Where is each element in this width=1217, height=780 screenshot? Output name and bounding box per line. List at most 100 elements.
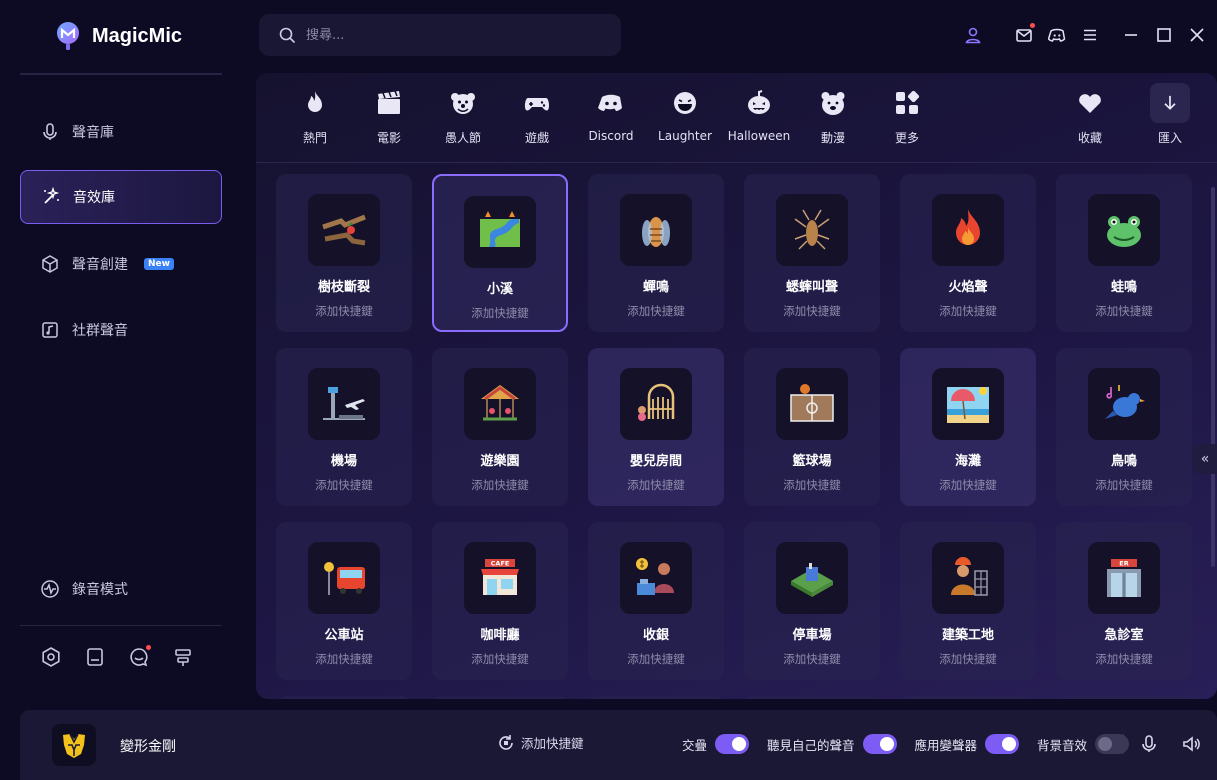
category-halloween[interactable]: Halloween <box>722 87 796 143</box>
sound-card[interactable]: ER 急診室 添加快捷鍵 <box>1056 522 1192 680</box>
sound-card[interactable]: 鳥鳴 添加快捷鍵 <box>1056 348 1192 506</box>
sound-card[interactable]: 停車場 添加快捷鍵 <box>744 522 880 680</box>
add-shortcut-link[interactable]: 添加快捷鍵 <box>939 651 997 667</box>
sound-card-partial[interactable] <box>744 696 880 699</box>
sound-card[interactable]: 收銀 添加快捷鍵 <box>588 522 724 680</box>
category-label: Discord <box>588 129 634 143</box>
add-shortcut-button[interactable]: 添加快捷鍵 <box>497 733 584 752</box>
clapperboard-icon <box>378 90 400 114</box>
hear-myself-switch[interactable] <box>862 734 897 754</box>
search-bar[interactable] <box>259 14 621 56</box>
sound-card[interactable]: 建築工地 添加快捷鍵 <box>900 522 1036 680</box>
sound-card[interactable]: 蟬鳴 添加快捷鍵 <box>588 174 724 332</box>
category-hot[interactable]: 熱門 <box>278 87 352 146</box>
add-shortcut-link[interactable]: 添加快捷鍵 <box>315 477 373 493</box>
add-shortcut-link[interactable]: 添加快捷鍵 <box>1095 477 1153 493</box>
sound-card[interactable]: 籃球場 添加快捷鍵 <box>744 348 880 506</box>
nav-community-voices[interactable]: 社群聲音 <box>20 303 222 357</box>
add-shortcut-link[interactable]: 添加快捷鍵 <box>627 477 685 493</box>
add-shortcut-link[interactable]: 添加快捷鍵 <box>471 651 529 667</box>
sound-card[interactable]: 遊樂園 添加快捷鍵 <box>432 348 568 506</box>
sound-name: 機場 <box>330 454 357 469</box>
nav-voice-library[interactable]: 聲音庫 <box>20 105 222 159</box>
collapse-panel-button[interactable]: « <box>1193 444 1217 474</box>
sound-card[interactable]: 樹枝斷裂 添加快捷鍵 <box>276 174 412 332</box>
category-anime[interactable]: 動漫 <box>796 87 870 146</box>
sound-card[interactable]: 機場 添加快捷鍵 <box>276 348 412 506</box>
heart-icon <box>1079 94 1101 113</box>
sound-card-partial[interactable] <box>276 696 412 699</box>
add-shortcut-link[interactable]: 添加快捷鍵 <box>627 303 685 319</box>
sound-card[interactable]: CAFE 咖啡廳 添加快捷鍵 <box>432 522 568 680</box>
hear-myself-toggle: 聽見自己的聲音 <box>767 734 897 754</box>
add-shortcut-link[interactable]: 添加快捷鍵 <box>471 305 529 321</box>
divider <box>20 73 222 75</box>
close-icon[interactable] <box>1184 22 1210 48</box>
add-shortcut-link[interactable]: 添加快捷鍵 <box>939 477 997 493</box>
search-input[interactable] <box>306 27 606 43</box>
add-shortcut-link[interactable]: 添加快捷鍵 <box>939 303 997 319</box>
waveform-icon <box>41 580 59 598</box>
layout-adjust-icon[interactable] <box>172 646 194 668</box>
sound-card[interactable]: 蟋蟀叫聲 添加快捷鍵 <box>744 174 880 332</box>
construction-site-icon <box>951 557 988 596</box>
add-shortcut-link[interactable]: 添加快捷鍵 <box>627 651 685 667</box>
cube-icon <box>42 255 58 273</box>
favorites-button[interactable]: 收藏 <box>1053 87 1127 146</box>
category-laughter[interactable]: Laughter <box>648 87 722 143</box>
category-label: Halloween <box>727 129 791 143</box>
add-shortcut-link[interactable]: 添加快捷鍵 <box>783 651 841 667</box>
sound-card-partial[interactable] <box>432 696 568 699</box>
sound-card-partial[interactable] <box>900 696 1036 699</box>
sound-card[interactable]: 海灘 添加快捷鍵 <box>900 348 1036 506</box>
overlap-switch[interactable] <box>715 734 750 754</box>
apply-voice-changer-switch[interactable] <box>985 734 1020 754</box>
add-shortcut-link[interactable]: 添加快捷鍵 <box>783 477 841 493</box>
add-shortcut-link[interactable]: 添加快捷鍵 <box>1095 651 1153 667</box>
add-shortcut-link[interactable]: 添加快捷鍵 <box>315 303 373 319</box>
add-shortcut-link[interactable]: 添加快捷鍵 <box>315 651 373 667</box>
guide-book-icon[interactable] <box>84 646 106 668</box>
add-shortcut-link[interactable]: 添加快捷鍵 <box>1095 303 1153 319</box>
user-account-icon[interactable] <box>960 22 986 48</box>
settings-icon[interactable] <box>40 646 62 668</box>
toggle-label: 應用變聲器 <box>914 737 978 753</box>
category-games[interactable]: 遊戲 <box>500 87 574 146</box>
frog-icon <box>1107 216 1141 247</box>
sound-card-partial[interactable] <box>588 696 724 699</box>
menu-icon[interactable] <box>1077 22 1103 48</box>
sound-card[interactable]: 火焰聲 添加快捷鍵 <box>900 174 1036 332</box>
category-label: 電影 <box>376 131 401 145</box>
speaker-icon[interactable] <box>1181 734 1201 758</box>
sound-card[interactable]: 蛙鳴 添加快捷鍵 <box>1056 174 1192 332</box>
nav-sound-effects[interactable]: 音效庫 <box>20 170 222 224</box>
sound-card[interactable]: 公車站 添加快捷鍵 <box>276 522 412 680</box>
sound-name: 公車站 <box>324 628 364 643</box>
discord-icon[interactable] <box>1044 22 1070 48</box>
scrollbar[interactable] <box>1211 187 1215 567</box>
category-discord[interactable]: Discord <box>574 87 648 143</box>
laughing-face-icon <box>674 92 696 114</box>
emergency-room-icon: ER <box>1107 559 1141 597</box>
import-button[interactable]: 匯入 <box>1133 83 1207 146</box>
search-icon <box>279 27 296 43</box>
sound-name: 建築工地 <box>941 628 994 643</box>
maximize-icon[interactable] <box>1151 22 1177 48</box>
microphone-icon[interactable] <box>1139 734 1159 758</box>
stream-icon <box>480 211 520 247</box>
sound-card[interactable]: 嬰兒房間 添加快捷鍵 <box>588 348 724 506</box>
feedback-chat-icon[interactable] <box>128 645 151 668</box>
category-april-fools[interactable]: 愚人節 <box>426 87 500 146</box>
nav-record-mode[interactable]: 錄音模式 <box>20 562 222 616</box>
current-voice-avatar[interactable] <box>52 724 96 766</box>
cafe-sign-text: CAFE <box>491 560 510 568</box>
nav-voice-create[interactable]: 聲音創建 New <box>20 237 222 291</box>
category-movie[interactable]: 電影 <box>352 87 426 146</box>
mail-icon[interactable] <box>1011 22 1037 48</box>
add-shortcut-link[interactable]: 添加快捷鍵 <box>783 303 841 319</box>
sound-card-partial[interactable] <box>1056 696 1192 699</box>
add-shortcut-link[interactable]: 添加快捷鍵 <box>471 477 529 493</box>
sound-card[interactable]: 小溪 添加快捷鍵 <box>432 174 568 332</box>
category-more[interactable]: 更多 <box>870 87 944 146</box>
minimize-icon[interactable] <box>1118 22 1144 48</box>
